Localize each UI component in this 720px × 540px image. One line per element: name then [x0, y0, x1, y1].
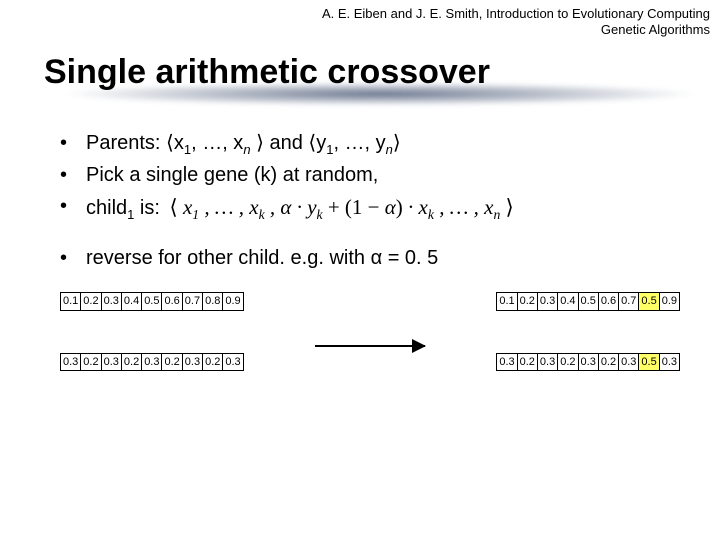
header-line-2: Genetic Algorithms: [0, 22, 710, 38]
seq-cell: 0.3: [660, 354, 679, 371]
seq-cell: 0.5: [639, 293, 659, 310]
bullet-pick-gene: Pick a single gene (k) at random,: [60, 162, 690, 189]
slide-title: Single arithmetic crossover: [0, 47, 720, 98]
seq-cell: 0.5: [639, 354, 659, 371]
seq-cell: 0.2: [122, 354, 142, 371]
seq-cell: 0.3: [579, 354, 599, 371]
slide-body: Parents: ⟨x1, …, xn ⟩ and ⟨y1, …, yn⟩ Pi…: [0, 98, 720, 372]
parent-2-seq: 0.30.20.30.20.30.20.30.20.3: [60, 353, 244, 372]
seq-cell: 0.5: [579, 293, 599, 310]
title-shadow: [60, 82, 700, 106]
arrow-icon: [315, 345, 425, 347]
seq-cell: 0.6: [599, 293, 619, 310]
seq-cell: 0.7: [619, 293, 639, 310]
seq-cell: 0.1: [61, 293, 81, 310]
seq-cell: 0.3: [538, 354, 558, 371]
seq-cell: 0.1: [497, 293, 517, 310]
seq-cell: 0.3: [102, 293, 122, 310]
seq-cell: 0.2: [203, 354, 223, 371]
seq-cell: 0.3: [223, 354, 242, 371]
child-formula: ⟨ x1 , … , xk , α · yk + (1 − α) · xk , …: [170, 193, 514, 225]
seq-cell: 0.9: [223, 293, 242, 310]
seq-cell: 0.2: [518, 293, 538, 310]
seq-cell: 0.4: [558, 293, 578, 310]
child-1-seq: 0.10.20.30.40.50.60.70.50.9: [496, 292, 680, 311]
seq-cell: 0.4: [122, 293, 142, 310]
bullet-reverse: reverse for other child. e.g. with α = 0…: [60, 245, 690, 272]
seq-cell: 0.5: [142, 293, 162, 310]
seq-cell: 0.6: [162, 293, 182, 310]
seq-cell: 0.3: [183, 354, 203, 371]
seq-cell: 0.2: [81, 293, 101, 310]
parents-column: 0.10.20.30.40.50.60.70.80.9 0.30.20.30.2…: [60, 292, 244, 372]
seq-cell: 0.3: [619, 354, 639, 371]
child-2-seq: 0.30.20.30.20.30.20.30.50.3: [496, 353, 680, 372]
bullet-parents: Parents: ⟨x1, …, xn ⟩ and ⟨y1, …, yn⟩: [60, 130, 690, 159]
seq-cell: 0.2: [558, 354, 578, 371]
header-line-1: A. E. Eiben and J. E. Smith, Introductio…: [0, 6, 710, 22]
example-diagram: 0.10.20.30.40.50.60.70.80.9 0.30.20.30.2…: [60, 292, 690, 372]
seq-cell: 0.3: [497, 354, 517, 371]
seq-cell: 0.9: [660, 293, 679, 310]
bullet-child1: child1 is: ⟨ x1 , … , xk , α · yk + (1 −…: [60, 193, 690, 225]
seq-cell: 0.8: [203, 293, 223, 310]
seq-cell: 0.3: [61, 354, 81, 371]
children-column: 0.10.20.30.40.50.60.70.50.9 0.30.20.30.2…: [496, 292, 680, 372]
parent-1-seq: 0.10.20.30.40.50.60.70.80.9: [60, 292, 244, 311]
seq-cell: 0.3: [142, 354, 162, 371]
seq-cell: 0.2: [81, 354, 101, 371]
seq-cell: 0.3: [102, 354, 122, 371]
seq-cell: 0.3: [538, 293, 558, 310]
arrow-wrap: [305, 317, 435, 347]
slide-header: A. E. Eiben and J. E. Smith, Introductio…: [0, 0, 720, 39]
seq-cell: 0.2: [162, 354, 182, 371]
seq-cell: 0.2: [518, 354, 538, 371]
seq-cell: 0.2: [599, 354, 619, 371]
seq-cell: 0.7: [183, 293, 203, 310]
